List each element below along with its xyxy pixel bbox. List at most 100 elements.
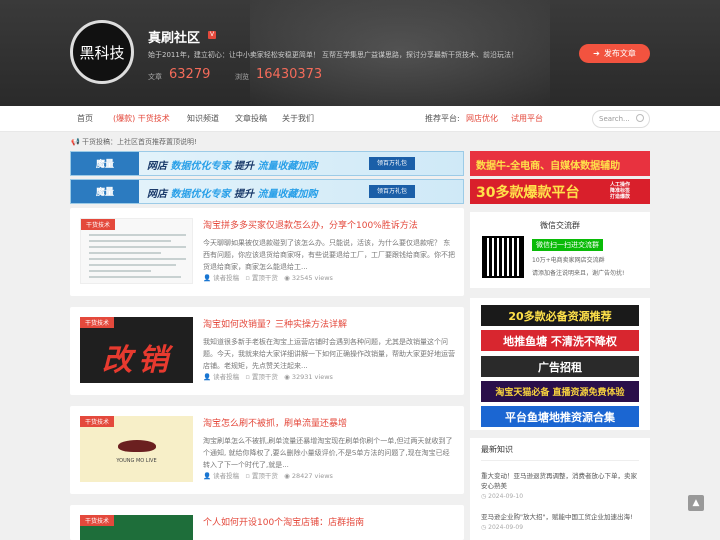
news-date: ◷ 2024-09-10: [481, 493, 524, 500]
clock-icon: ◷: [481, 524, 487, 531]
mustache-graphic: [118, 440, 156, 452]
wechat-note: 请添加备注说明来且，谢广告勿扰!: [532, 270, 625, 277]
article-views: 32545 views: [291, 274, 333, 282]
nav-item-tech[interactable]: (爆款) 干货技术: [113, 113, 170, 124]
ad-banner-2[interactable]: 魔量 网店 数据优化专家 提升 流量收藏加购 领百万礼包: [70, 179, 464, 204]
nav-item-home[interactable]: 首页: [77, 113, 93, 124]
category-tag[interactable]: 干货技术: [80, 416, 115, 427]
banner-logo: 魔量: [71, 152, 139, 175]
notice-text: 干货投稿：上社区首页推荐置顶说明!: [81, 138, 197, 146]
folder-icon: ▫: [245, 472, 250, 480]
platform-label: 推荐平台:: [425, 114, 460, 123]
articles-count: 63279: [169, 67, 211, 82]
thumbnail-text: 改销: [102, 343, 174, 378]
article-title[interactable]: 淘宝怎么刷不被抓，刷单流量还暴增: [203, 416, 347, 429]
divider: [481, 460, 639, 461]
author-icon: 👤: [203, 373, 212, 381]
news-date: ◷ 2024-09-09: [481, 524, 524, 531]
article-title[interactable]: 个人如何开设100个淘宝店铺：店群指南: [203, 515, 364, 528]
category-tag[interactable]: 干货技术: [80, 515, 115, 526]
ad-banner-1[interactable]: 魔量 网店 数据优化专家 提升 流量收藏加购 领百万礼包: [70, 151, 464, 176]
article-views: 32931 views: [291, 373, 333, 381]
arrow-up-icon: ▲: [692, 498, 700, 508]
article-thumbnail[interactable]: 干货技术: [80, 218, 193, 284]
platform-link-shop[interactable]: 网店优化: [466, 113, 498, 124]
side-ad-live[interactable]: 淘宝天猫必备 直播资源免费体验: [481, 381, 639, 402]
side-banner-tags: 人工操作 降准标签 打造爆款: [610, 182, 631, 200]
article-card[interactable]: 干货技术 淘宝拼多多买家仅退款怎么办，分享个100%胜诉方法 今天聊聊如果被仅退…: [70, 208, 464, 296]
banner-cta[interactable]: 领百万礼包: [369, 185, 415, 198]
search-icon[interactable]: [636, 114, 644, 122]
side-ad-resources[interactable]: 20多款必备资源推荐: [481, 305, 639, 326]
qr-code-image: [482, 236, 524, 278]
views-count: 16430373: [256, 67, 323, 82]
wechat-group-panel: 微信交流群 微信扫一扫进交流群 10万+电商卖家网店交流群 请添加备注说明来且，…: [470, 212, 650, 288]
article-excerpt: 淘宝刷单怎么不被抓,刷单流量还暴增淘宝现在刷单你刷个一单,但过两天就收到了个通知…: [203, 437, 453, 469]
wechat-title: 微信交流群: [540, 221, 580, 230]
logo-text: 黑科技: [79, 43, 125, 62]
site-header: 黑科技 真刷社区 V 始于2011年，建立初心：让中小卖家轻松安稳更简单！ 互帮…: [0, 0, 720, 106]
main-nav: 首页 (爆款) 干货技术 知识频道 文章投稿 关于我们 推荐平台: 网店优化 试…: [0, 106, 720, 132]
side-banner-data[interactable]: 数据牛-全电商、自媒体数据辅助: [470, 151, 650, 176]
wechat-desc: 10万+电商卖家网店交流群: [532, 257, 605, 264]
publish-icon: ➔: [593, 49, 600, 58]
nav-item-about[interactable]: 关于我们: [282, 113, 314, 124]
article-section: 置顶干货: [251, 274, 278, 282]
publish-button[interactable]: ➔ 发布文章: [579, 44, 650, 63]
article-thumbnail[interactable]: 干货技术: [80, 515, 193, 540]
site-title[interactable]: 真刷社区: [148, 27, 200, 46]
views-label: 浏览: [235, 73, 249, 81]
article-card[interactable]: 干货技术 改销 淘宝如何改销量？三种实操方法详解 我知道很多新手老板在淘宝上运营…: [70, 307, 464, 395]
side-banner-platforms[interactable]: 30多款爆款平台 人工操作 降准标签 打造爆款: [470, 179, 650, 204]
article-views: 28427 views: [291, 472, 333, 480]
site-logo[interactable]: 黑科技: [70, 20, 134, 84]
article-meta: 👤 读者投稿 ▫ 置顶干货 ◉ 32931 views: [203, 371, 333, 381]
notice-bar[interactable]: 📢 干货投稿：上社区首页推荐置顶说明!: [71, 137, 197, 147]
banner-logo: 魔量: [71, 180, 139, 203]
article-excerpt: 我知道很多新手老板在淘宝上运营店铺时会遇到各种问题，尤其是改销量这个问题。今天，…: [203, 338, 455, 370]
verified-badge: V: [208, 31, 216, 39]
platform-link-trial[interactable]: 试用平台: [511, 113, 543, 124]
article-excerpt: 今天聊聊如果被仅退款碰到了该怎么办。只能说，活该，为什么要仅退款呢？ 东西有问题…: [203, 239, 455, 271]
side-banner-text: 30多款爆款平台: [476, 185, 580, 201]
nav-item-submit[interactable]: 文章投稿: [235, 113, 267, 124]
news-link[interactable]: 亚马逊企业购"放大招"，赋能中国工贸企业加速出海!: [481, 512, 641, 522]
category-tag[interactable]: 干货技术: [80, 317, 115, 328]
article-thumbnail[interactable]: 干货技术 YOUNG MO LIVE: [80, 416, 193, 482]
publish-label: 发布文章: [603, 49, 636, 58]
nav-item-knowledge[interactable]: 知识频道: [187, 113, 219, 124]
article-title[interactable]: 淘宝拼多多买家仅退款怎么办，分享个100%胜诉方法: [203, 218, 418, 231]
banner-text: 网店 数据优化专家 提升 流量收藏加购: [147, 189, 318, 200]
articles-label: 文章: [148, 73, 162, 81]
news-link[interactable]: 重大变动！亚马逊退货再调整，消费者放心下单，卖家安心熟美: [481, 471, 641, 491]
article-section: 置顶干货: [251, 472, 278, 480]
article-card[interactable]: 干货技术 个人如何开设100个淘宝店铺：店群指南: [70, 505, 464, 540]
article-meta: 👤 读者投稿 ▫ 置顶干货 ◉ 32545 views: [203, 272, 333, 282]
author-icon: 👤: [203, 274, 212, 282]
article-title[interactable]: 淘宝如何改销量？三种实操方法详解: [203, 317, 347, 330]
category-tag[interactable]: 干货技术: [81, 219, 116, 230]
banner-text: 网店 数据优化专家 提升 流量收藏加购: [147, 161, 318, 172]
folder-icon: ▫: [245, 274, 250, 282]
article-card[interactable]: 干货技术 YOUNG MO LIVE 淘宝怎么刷不被抓，刷单流量还暴增 淘宝刷单…: [70, 406, 464, 494]
side-ad-collection[interactable]: 平台鱼塘地推资源合集: [481, 406, 639, 427]
side-banner-text: 数据牛-全电商、自媒体数据辅助: [476, 161, 621, 172]
back-to-top-button[interactable]: ▲: [688, 495, 704, 511]
article-thumbnail[interactable]: 干货技术 改销: [80, 317, 193, 383]
views-icon: ◉: [284, 274, 290, 282]
article-section: 置顶干货: [251, 373, 278, 381]
latest-title: 最新知识: [481, 445, 513, 454]
side-ad-fishpond[interactable]: 地推鱼塘 不清洗不降权: [481, 330, 639, 351]
thumbnail-text: YOUNG MO LIVE: [116, 458, 157, 464]
folder-icon: ▫: [245, 373, 250, 381]
megaphone-icon: 📢: [71, 138, 80, 146]
banner-cta[interactable]: 领百万礼包: [369, 157, 415, 170]
views-icon: ◉: [284, 373, 290, 381]
clock-icon: ◷: [481, 493, 487, 500]
site-slogan: 始于2011年，建立初心：让中小卖家轻松安稳更简单！ 互帮互学集思广益谋思路，探…: [148, 51, 519, 59]
article-author: 读者投稿: [213, 472, 240, 480]
side-ad-for-rent[interactable]: 广告招租: [481, 356, 639, 377]
article-meta: 👤 读者投稿 ▫ 置顶干货 ◉ 28427 views: [203, 470, 333, 480]
views-icon: ◉: [284, 472, 290, 480]
article-author: 读者投稿: [213, 274, 240, 282]
